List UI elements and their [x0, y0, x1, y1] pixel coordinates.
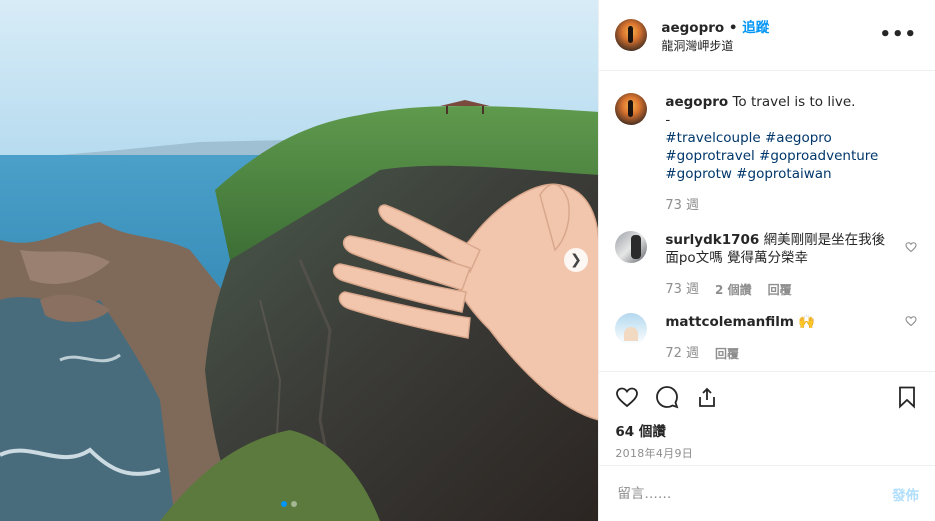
reply-button[interactable]: 回覆: [768, 281, 792, 299]
comment-likes[interactable]: 2 個讚: [715, 281, 752, 299]
post-photo[interactable]: ❯: [0, 0, 599, 521]
avatar[interactable]: [615, 19, 648, 51]
post-comment-button[interactable]: 發佈: [892, 484, 919, 504]
location-link[interactable]: 龍洞灣岬步道: [661, 37, 769, 54]
separator: •: [728, 20, 738, 36]
caption-username[interactable]: aegopro: [665, 94, 728, 110]
comment-username[interactable]: surlydk1706: [665, 232, 759, 248]
carousel-indicators: [281, 501, 297, 507]
comment-input[interactable]: [615, 484, 892, 503]
avatar[interactable]: [615, 231, 648, 263]
caption: aegopro To travel is to live. - #travelc…: [615, 93, 919, 215]
comment-item: mattcolemanfilm 🙌 72 週 回覆: [615, 313, 919, 363]
landscape-illustration: [0, 0, 599, 521]
caption-text: To travel is to live.: [732, 94, 856, 110]
comment-form: 發佈: [599, 465, 935, 521]
hashtag-line[interactable]: #travelcouple #aegopro: [665, 129, 891, 147]
post-modal: ❯ aegopro • 追蹤 龍洞灣岬步道 ••• aegopro To tra…: [0, 0, 935, 521]
more-options-icon[interactable]: •••: [879, 24, 917, 45]
caption-dash: -: [665, 112, 671, 128]
username-link[interactable]: aegopro: [661, 20, 724, 36]
chevron-right-icon: ❯: [570, 252, 582, 268]
share-icon[interactable]: [695, 385, 719, 409]
post-actions: 64 個讚 2018年4月9日: [599, 371, 935, 465]
avatar[interactable]: [615, 93, 648, 125]
comment-text: 🙌: [798, 314, 816, 330]
comment-username[interactable]: mattcolemanfilm: [665, 314, 794, 330]
comment-heart-icon[interactable]: [905, 315, 917, 330]
comments-list: aegopro To travel is to live. - #travelc…: [599, 71, 935, 371]
caption-time[interactable]: 73 週: [665, 197, 699, 215]
hashtag-line[interactable]: #goprotw #goprotaiwan: [665, 165, 891, 183]
comment-time[interactable]: 72 週: [665, 345, 699, 363]
carousel-dot: [281, 501, 287, 507]
hashtag-line[interactable]: #goprotravel #goproadventure: [665, 147, 891, 165]
follow-button[interactable]: 追蹤: [742, 20, 769, 36]
comment-time[interactable]: 73 週: [665, 281, 699, 299]
post-header: aegopro • 追蹤 龍洞灣岬步道 •••: [599, 0, 935, 71]
bookmark-icon[interactable]: [895, 385, 919, 409]
post-sidebar: aegopro • 追蹤 龍洞灣岬步道 ••• aegopro To trave…: [598, 0, 935, 521]
comment-icon[interactable]: [655, 385, 679, 409]
comment-item: surlydk1706 網美剛剛是坐在我後面po文嗎 覺得萬分榮幸 73 週 2…: [615, 231, 919, 299]
carousel-dot: [291, 501, 297, 507]
likes-count[interactable]: 64 個讚: [615, 420, 919, 440]
heart-icon[interactable]: [615, 385, 639, 409]
post-date[interactable]: 2018年4月9日: [615, 445, 919, 461]
avatar[interactable]: [615, 313, 648, 345]
comment-heart-icon[interactable]: [905, 241, 917, 256]
carousel-next-button[interactable]: ❯: [564, 248, 588, 272]
reply-button[interactable]: 回覆: [715, 345, 739, 363]
